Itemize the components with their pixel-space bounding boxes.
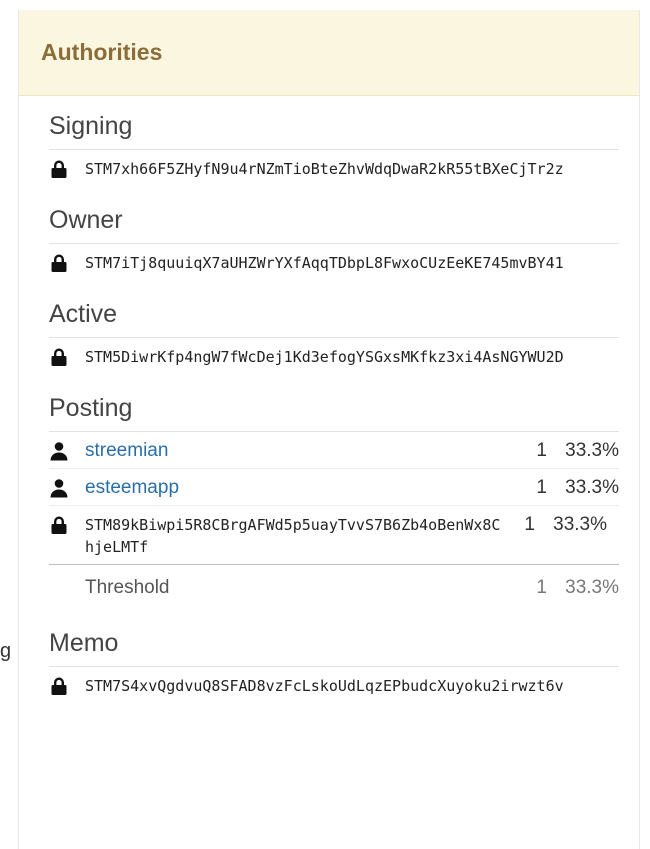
section-title-memo: Memo [49,627,619,667]
section-owner: Owner STM7iTj8quuiqX7aUHZWrYXfAqqTDbpL8F… [49,204,619,280]
posting-entry-row: streemian 1 33.3% [49,432,619,469]
entry-percentage: 33.3% [565,477,619,498]
entry-percentage: 33.3% [553,514,607,535]
owner-key-row: STM7iTj8quuiqX7aUHZWrYXfAqqTDbpL8FwxoCUz… [49,244,619,280]
lock-icon [49,253,71,273]
threshold-row: Threshold 1 33.3% [49,564,619,609]
public-key: STM5DiwrKfp4ngW7fWcDej1Kd3efogYSGxsMKfkz… [85,348,564,366]
panel-body: Signing STM7xh66F5ZHyfN9u4rNZmTioBteZhvW… [19,96,639,703]
entry-weight: 1 [536,440,547,461]
authorities-panel: Authorities Signing STM7xh66F5ZHyfN9u4rN… [18,10,640,849]
section-title-active: Active [49,298,619,338]
account-link-streemian[interactable]: streemian [85,440,517,462]
entry-weight: 1 [524,514,535,535]
lock-icon [49,159,71,179]
stray-text-fragment: g [0,640,10,662]
section-posting: Posting streemian 1 33.3% esteemapp 1 33… [49,392,619,609]
signing-key-row: STM7xh66F5ZHyfN9u4rNZmTioBteZhvWdqDwaR2k… [49,150,619,186]
user-icon [49,478,71,498]
threshold-weight: 1 [536,577,547,598]
memo-key-row: STM7S4xvQgdvuQ8SFAD8vzFcLskoUdLqzEPbudcX… [49,667,619,703]
user-icon [49,441,71,461]
section-active: Active STM5DiwrKfp4ngW7fWcDej1Kd3efogYSG… [49,298,619,374]
section-title-owner: Owner [49,204,619,244]
lock-icon [49,676,71,696]
threshold-label: Threshold [85,577,170,598]
section-title-posting: Posting [49,392,619,432]
section-signing: Signing STM7xh66F5ZHyfN9u4rNZmTioBteZhvW… [49,110,619,186]
section-memo: Memo STM7S4xvQgdvuQ8SFAD8vzFcLskoUdLqzEP… [49,627,619,703]
posting-entry-row: STM89kBiwpi5R8CBrgAFWd5p5uayTvvS7B6Zb4oB… [49,506,619,564]
public-key: STM7xh66F5ZHyfN9u4rNZmTioBteZhvWdqDwaR2k… [85,160,564,178]
entry-percentage: 33.3% [565,440,619,461]
public-key: STM7S4xvQgdvuQ8SFAD8vzFcLskoUdLqzEPbudcX… [85,677,564,695]
lock-icon [49,515,71,535]
public-key: STM7iTj8quuiqX7aUHZWrYXfAqqTDbpL8FwxoCUz… [85,254,564,272]
panel-title: Authorities [41,39,163,65]
panel-header: Authorities [19,10,639,96]
lock-icon [49,347,71,367]
public-key: STM89kBiwpi5R8CBrgAFWd5p5uayTvvS7B6Zb4oB… [85,516,501,556]
section-title-signing: Signing [49,110,619,150]
entry-weight: 1 [536,477,547,498]
threshold-percentage: 33.3% [565,577,619,598]
posting-entry-row: esteemapp 1 33.3% [49,469,619,506]
active-key-row: STM5DiwrKfp4ngW7fWcDej1Kd3efogYSGxsMKfkz… [49,338,619,374]
account-link-esteemapp[interactable]: esteemapp [85,477,517,499]
